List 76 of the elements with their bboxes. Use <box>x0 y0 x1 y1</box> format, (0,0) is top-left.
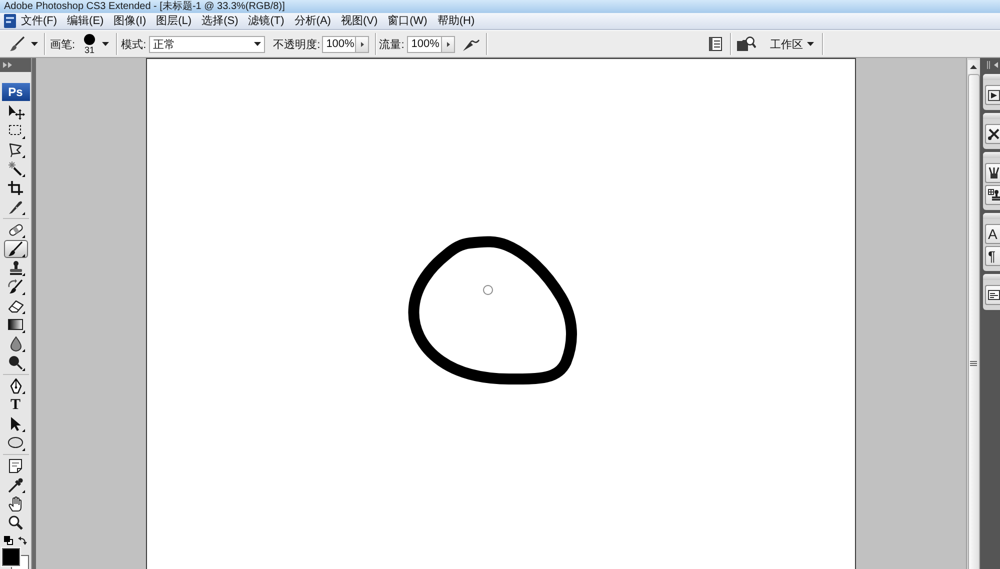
app-logo: Ps <box>2 83 30 101</box>
eraser-icon <box>6 298 24 314</box>
caret-icon[interactable] <box>446 42 450 46</box>
brush-pot-icon <box>988 167 1000 179</box>
panel-button[interactable]: ¶ <box>985 246 1000 266</box>
menu-item[interactable]: 文件(F) <box>16 14 62 28</box>
document-list-icon[interactable] <box>709 37 722 51</box>
panel-button[interactable] <box>985 285 1000 305</box>
opacity-field[interactable]: 100% <box>322 36 356 52</box>
flow-slider-button[interactable] <box>442 36 456 52</box>
bandage-icon <box>6 222 24 238</box>
caret-icon[interactable] <box>254 42 262 46</box>
menu-item[interactable]: 窗口(W) <box>382 14 432 28</box>
grip-lines-icon[interactable] <box>970 361 977 366</box>
flow-field[interactable]: 100% <box>407 36 442 52</box>
menu-item[interactable]: 视图(V) <box>336 14 383 28</box>
caret-icon[interactable] <box>360 42 364 46</box>
arrow-cross-icon <box>6 104 24 120</box>
play-icon <box>988 89 1000 101</box>
crossed-tools-icon <box>988 128 1000 140</box>
note-icon <box>6 458 24 474</box>
menu-item[interactable]: 编辑(E) <box>62 14 109 28</box>
folder-magnifier-icon[interactable] <box>737 36 756 52</box>
double-arrow-icon[interactable] <box>3 62 12 68</box>
scroll-up-button[interactable] <box>968 60 980 74</box>
menu-item[interactable]: 图像(I) <box>108 14 152 28</box>
tool-button[interactable]: T <box>4 396 28 414</box>
brush-tip-icon[interactable] <box>84 34 96 44</box>
menu-item[interactable]: 滤镜(T) <box>243 14 290 28</box>
tool-button[interactable] <box>4 240 28 258</box>
caret-up-icon[interactable] <box>970 65 977 69</box>
menu-item[interactable]: 帮助(H) <box>432 14 480 28</box>
flow-label: 流量: <box>379 38 404 52</box>
panel-button[interactable] <box>985 124 1000 144</box>
menu-item[interactable]: 图层(L) <box>151 14 197 28</box>
opacity-label: 不透明度: <box>273 38 320 52</box>
scrollbar-thumb[interactable] <box>968 74 980 569</box>
knife-icon <box>6 199 24 215</box>
mode-label: 模式: <box>121 38 146 52</box>
eyedropper-icon <box>6 477 24 493</box>
magnifier-icon <box>6 515 24 531</box>
crop-icon <box>6 180 24 196</box>
brush-label: 画笔: <box>50 38 76 52</box>
brush-icon[interactable] <box>9 36 25 52</box>
lasso-icon <box>6 142 24 158</box>
dashed-rectangle-icon <box>6 123 24 139</box>
lollipop-icon <box>6 355 24 371</box>
caret-icon[interactable] <box>102 42 110 46</box>
workspace-button[interactable]: 工作区 <box>768 34 816 54</box>
stamp-grid-icon <box>988 189 1000 201</box>
brush-cursor-icon <box>483 285 493 295</box>
panel-button[interactable] <box>985 185 1000 205</box>
brush-arrow-icon <box>6 279 24 295</box>
foreground-color-swatch[interactable] <box>2 548 20 566</box>
panel-grip-icon[interactable] <box>987 60 998 68</box>
panel-button[interactable]: A <box>985 224 1000 244</box>
caret-icon[interactable] <box>807 42 814 46</box>
ellipse-icon <box>6 435 24 451</box>
brush-icon <box>6 241 24 257</box>
swap-arrows-icon[interactable] <box>18 536 27 545</box>
menu-item[interactable]: 分析(A) <box>289 14 336 28</box>
mode-dropdown[interactable]: 正常 <box>149 36 266 52</box>
window-title: Adobe Photoshop CS3 Extended - [未标题-1 @ 33.3%(RGB/8)] <box>3 0 285 12</box>
magic-wand-icon <box>6 161 24 177</box>
scrollbar[interactable] <box>966 58 980 569</box>
panel-button[interactable] <box>985 85 1000 105</box>
app-icon[interactable] <box>4 14 16 28</box>
layer-card-icon <box>988 289 1000 301</box>
brush-size-label: 31 <box>84 44 95 54</box>
default-colors-icon[interactable] <box>4 536 13 545</box>
gradient-rectangle-icon <box>6 317 24 333</box>
menu-item[interactable]: 选择(S) <box>196 14 244 28</box>
panel-button[interactable] <box>985 163 1000 183</box>
caret-icon[interactable] <box>31 42 38 46</box>
opacity-slider-button[interactable] <box>356 36 370 52</box>
hand-icon <box>6 496 24 512</box>
